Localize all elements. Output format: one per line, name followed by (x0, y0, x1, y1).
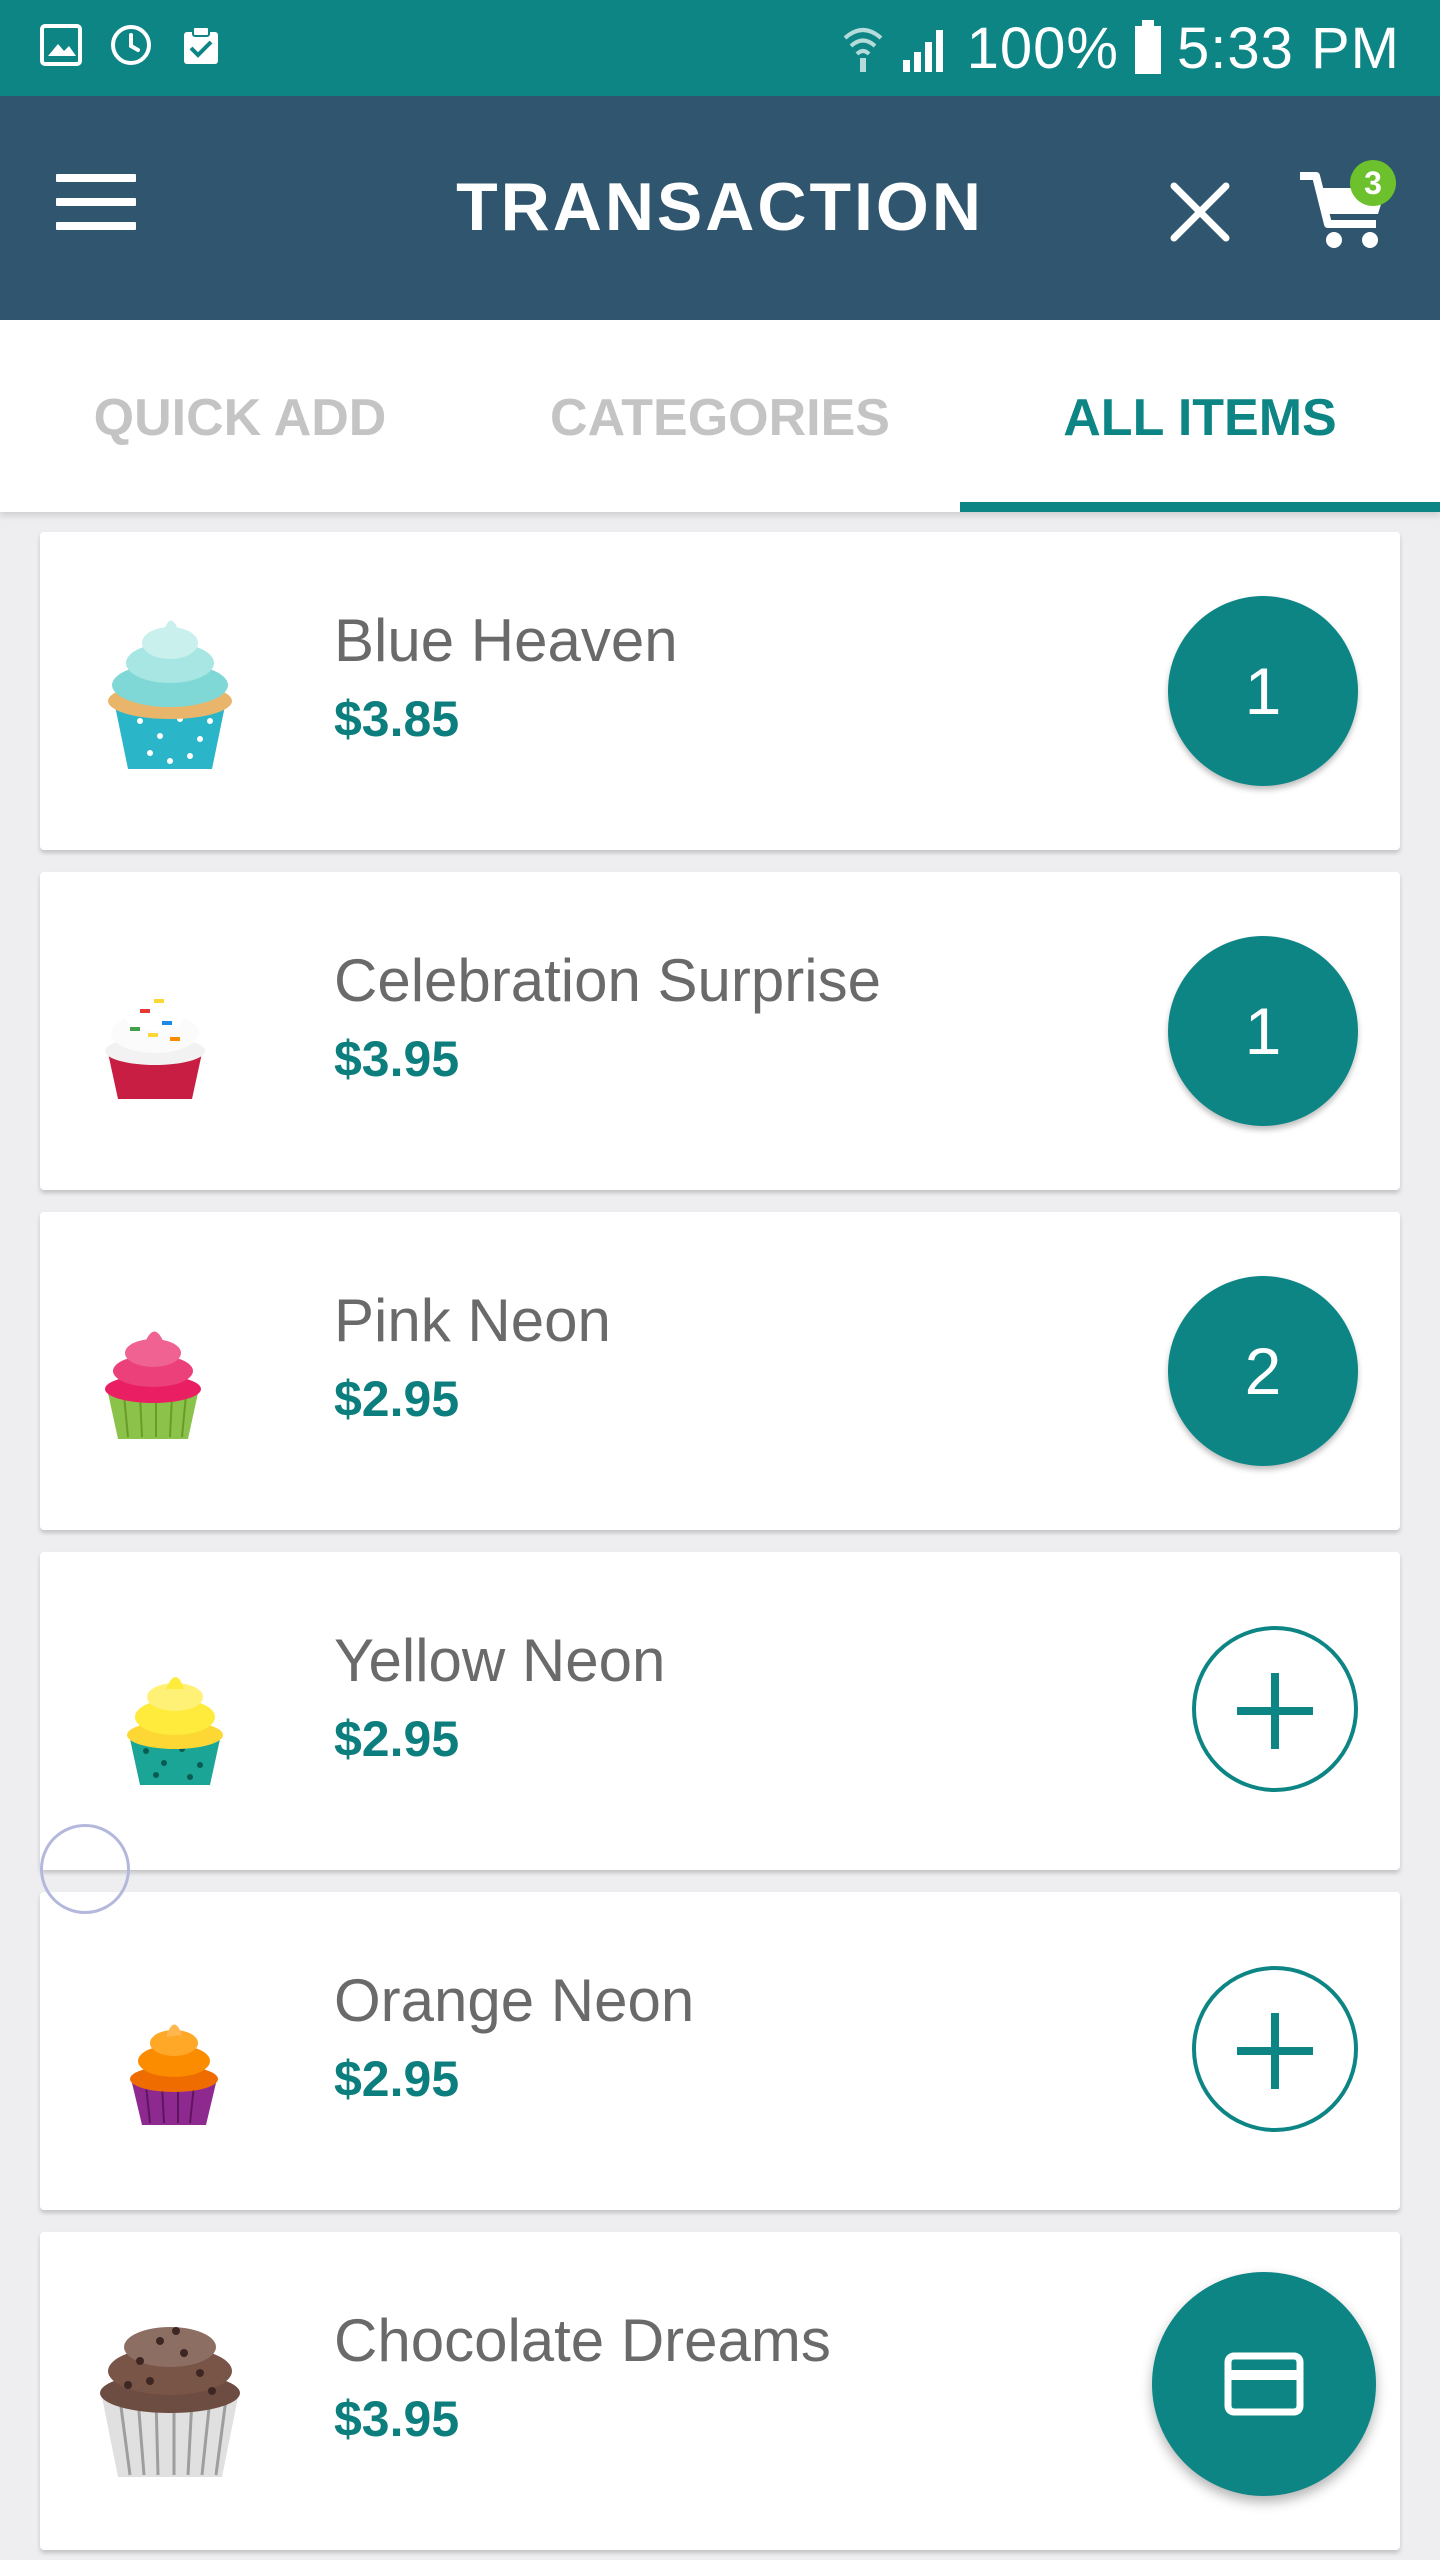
credit-card-icon (1224, 2352, 1304, 2416)
list-item[interactable]: Pink Neon $2.95 2 (40, 1212, 1400, 1530)
list-item[interactable]: Yellow Neon $2.95 (40, 1552, 1400, 1870)
item-price: $2.95 (334, 1711, 460, 1767)
item-price: $3.95 (334, 1031, 460, 1087)
cupcake-chocolate-image (100, 2327, 240, 2477)
clock: 5:33 PM (1177, 15, 1400, 81)
battery-icon (1135, 20, 1161, 74)
item-name: Chocolate Dreams (334, 2307, 831, 2374)
quantity-badge[interactable]: 1 (1168, 936, 1358, 1126)
active-tab-indicator (960, 502, 1440, 512)
item-price: $3.95 (334, 2391, 460, 2447)
cupcake-blue-image (108, 620, 232, 769)
tab-categories[interactable]: CATEGORIES (480, 320, 960, 512)
status-bar: 100% 5:33 PM (0, 0, 1440, 96)
tab-quick-add[interactable]: QUICK ADD (0, 320, 480, 512)
app-bar: TRANSACTION 3 (0, 96, 1440, 320)
item-name: Pink Neon (334, 1287, 611, 1354)
add-item-button[interactable] (1192, 1626, 1358, 1792)
notification-icons (36, 20, 226, 70)
close-icon[interactable] (1166, 178, 1234, 246)
quantity-badge[interactable]: 1 (1168, 596, 1358, 786)
item-price: $2.95 (334, 1371, 460, 1427)
cupcake-orange-image (130, 2024, 218, 2125)
add-item-button[interactable] (1192, 1966, 1358, 2132)
quantity-badge[interactable]: 2 (1168, 1276, 1358, 1466)
cupcake-yellow-image (127, 1677, 223, 1785)
list-item[interactable]: Celebration Surprise $3.95 1 (40, 872, 1400, 1190)
cupcake-pink-image (105, 1331, 201, 1439)
item-name: Orange Neon (334, 1967, 695, 2034)
item-price: $2.95 (334, 2051, 460, 2107)
item-name: Yellow Neon (334, 1627, 666, 1694)
tab-all-items[interactable]: ALL ITEMS (960, 320, 1440, 512)
sync-icon (111, 25, 151, 65)
list-item[interactable]: Blue Heaven $3.85 1 (40, 532, 1400, 850)
wifi-icon (843, 28, 882, 72)
signal-icon (902, 30, 943, 72)
item-price: $3.85 (334, 691, 460, 747)
clipboard-check-icon (184, 26, 218, 64)
system-status: 100% 5:33 PM (841, 14, 1400, 82)
item-name: Blue Heaven (334, 607, 678, 674)
cupcake-celebration-image (105, 999, 205, 1099)
battery-percent: 100% (966, 15, 1119, 81)
tab-bar: QUICK ADD CATEGORIES ALL ITEMS (0, 320, 1440, 512)
cart-count-badge: 3 (1350, 160, 1396, 206)
checkout-fab[interactable] (1152, 2272, 1376, 2496)
item-name: Celebration Surprise (334, 947, 881, 1014)
list-item[interactable]: Orange Neon $2.95 (40, 1892, 1400, 2210)
gallery-icon (40, 24, 82, 66)
